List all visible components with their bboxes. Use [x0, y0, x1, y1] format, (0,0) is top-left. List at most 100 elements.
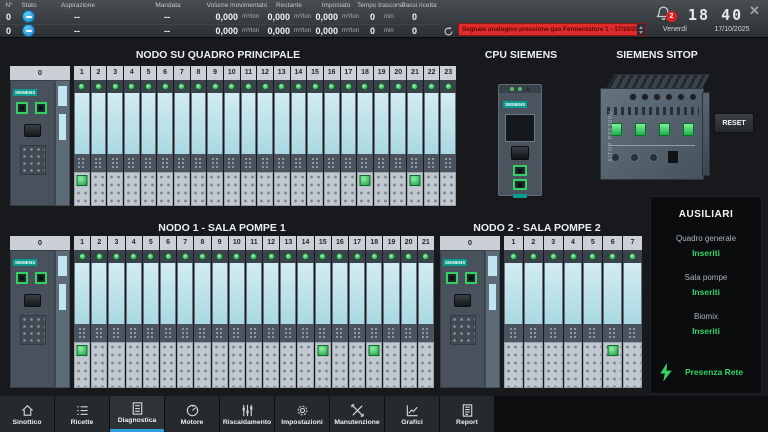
- reset-button[interactable]: RESET: [714, 113, 754, 133]
- row1-status-icon[interactable]: [22, 10, 35, 23]
- module-terminals: [257, 172, 273, 206]
- module-status-led: [178, 83, 185, 90]
- io-module-13: [274, 80, 290, 206]
- module-led-band: [257, 80, 273, 93]
- io-modules-row: [74, 80, 456, 206]
- slot-header-22: 22: [424, 66, 440, 80]
- io-module-14: [297, 250, 313, 388]
- rack-body: SIEMENS: [10, 80, 456, 206]
- module-body: [126, 263, 142, 324]
- connector-dots: [628, 327, 637, 339]
- module-body: [407, 93, 423, 154]
- ausiliari-panel: AUSILIARI Quadro generale Inseriti Sala …: [650, 196, 762, 394]
- io-modules-row: [504, 250, 642, 388]
- slot-header-0: 0: [10, 66, 70, 80]
- recipe-row-1: 0 -- -- 0,000 m³/ton 0,000 m³/ton 0,000 …: [0, 11, 440, 23]
- module-connector: [107, 154, 123, 172]
- connector-dots: [181, 327, 190, 339]
- module-body: [374, 93, 390, 154]
- row1-volume: 0,000: [198, 11, 238, 23]
- nav-tab-report[interactable]: Report: [440, 396, 494, 432]
- module-status-led: [295, 83, 302, 90]
- slot-header-7: 7: [174, 66, 190, 80]
- nav-tab-grafici[interactable]: Grafici: [385, 396, 439, 432]
- module-terminals: [307, 172, 323, 206]
- module-connector: [390, 154, 406, 172]
- module-led-band: [124, 80, 140, 93]
- alarm-scroll-spinner[interactable]: [637, 24, 645, 35]
- connector-dots: [444, 157, 453, 169]
- module-body: [91, 93, 107, 154]
- io-module-15: [315, 250, 331, 388]
- connector-dots: [327, 157, 336, 169]
- nav-tab-manutenzione[interactable]: Manutenzione: [330, 396, 384, 432]
- row2-mandata: --: [164, 25, 170, 37]
- siemens-brand-label: SIEMENS: [13, 89, 37, 96]
- module-led-band: [74, 80, 90, 93]
- slot-header-17: 17: [349, 236, 365, 250]
- row2-status-icon[interactable]: [22, 24, 35, 37]
- module-terminals: [126, 342, 142, 388]
- head-module-terminals: [20, 315, 46, 345]
- module-connector: [603, 324, 622, 342]
- module-led-band: [401, 250, 417, 263]
- io-module-3: [544, 250, 563, 388]
- nav-tab-diagnostica[interactable]: Diagnostica: [110, 396, 164, 432]
- nav-tab-ricette[interactable]: Ricette: [55, 396, 109, 432]
- io-module-10: [224, 80, 240, 206]
- io-module-4: [126, 250, 142, 388]
- head-module-button: [24, 294, 41, 307]
- siemens-brand-label: SIEMENS: [503, 101, 527, 108]
- module-connector: [524, 324, 543, 342]
- module-body: [241, 93, 257, 154]
- connector-dots: [404, 327, 413, 339]
- slot-header-row: 1234567891011121314151617181920212223: [74, 66, 456, 80]
- module-connector: [424, 154, 440, 172]
- module-connector: [366, 324, 382, 342]
- module-led-band: [229, 250, 245, 263]
- module-body: [366, 263, 382, 324]
- module-body: [603, 263, 622, 324]
- module-terminals: [407, 172, 423, 206]
- slot-header-4: 4: [564, 236, 583, 250]
- close-icon[interactable]: ✕: [749, 3, 760, 19]
- cpu-slot-0: SIEMENS: [10, 250, 70, 388]
- alarm-sync-icon[interactable]: [443, 24, 454, 35]
- module-led-band: [357, 80, 373, 93]
- module-status-led: [195, 83, 202, 90]
- module-connector: [160, 324, 176, 342]
- module-led-band: [623, 250, 642, 263]
- row2-volume: 0,000: [198, 25, 238, 37]
- slot-header-12: 12: [263, 236, 279, 250]
- module-terminals: [212, 342, 228, 388]
- clock-display: 18 40: [688, 6, 746, 24]
- nav-tab-sinottico[interactable]: Sinottico: [0, 396, 54, 432]
- slot-header-13: 13: [274, 66, 290, 80]
- plc-head-module: SIEMENS: [440, 250, 485, 388]
- channel-active-indicator: [607, 345, 618, 356]
- module-connector: [418, 324, 434, 342]
- col-header-restante: Restante: [276, 2, 302, 9]
- nav-tab-impostazioni[interactable]: Impostazioni: [275, 396, 329, 432]
- io-module-18: [357, 80, 373, 206]
- module-status-led: [550, 253, 557, 260]
- io-module-17: [349, 250, 365, 388]
- module-led-band: [544, 250, 563, 263]
- active-alarm-banner[interactable]: Segnale analogico pressione gas Fermenta…: [458, 23, 646, 36]
- module-led-band: [91, 80, 107, 93]
- nav-tab-motore[interactable]: Motore: [165, 396, 219, 432]
- module-connector: [504, 324, 523, 342]
- col-header-mandata: Mandata: [155, 2, 180, 9]
- sitop-model-label: SITOP PSE200U: [608, 96, 614, 176]
- title-rack-main: NODO SU QUADRO PRINCIPALE: [136, 49, 300, 61]
- connector-dots: [211, 157, 220, 169]
- connector-dots: [344, 157, 353, 169]
- slot-header-4: 4: [126, 236, 142, 250]
- module-status-led: [285, 253, 292, 260]
- connector-dots: [94, 157, 103, 169]
- power-module-window: [58, 256, 67, 276]
- nav-label: Riscaldamento: [223, 419, 271, 426]
- nav-tab-riscaldamento[interactable]: Riscaldamento: [220, 396, 274, 432]
- io-module-21: [407, 80, 423, 206]
- module-body: [291, 93, 307, 154]
